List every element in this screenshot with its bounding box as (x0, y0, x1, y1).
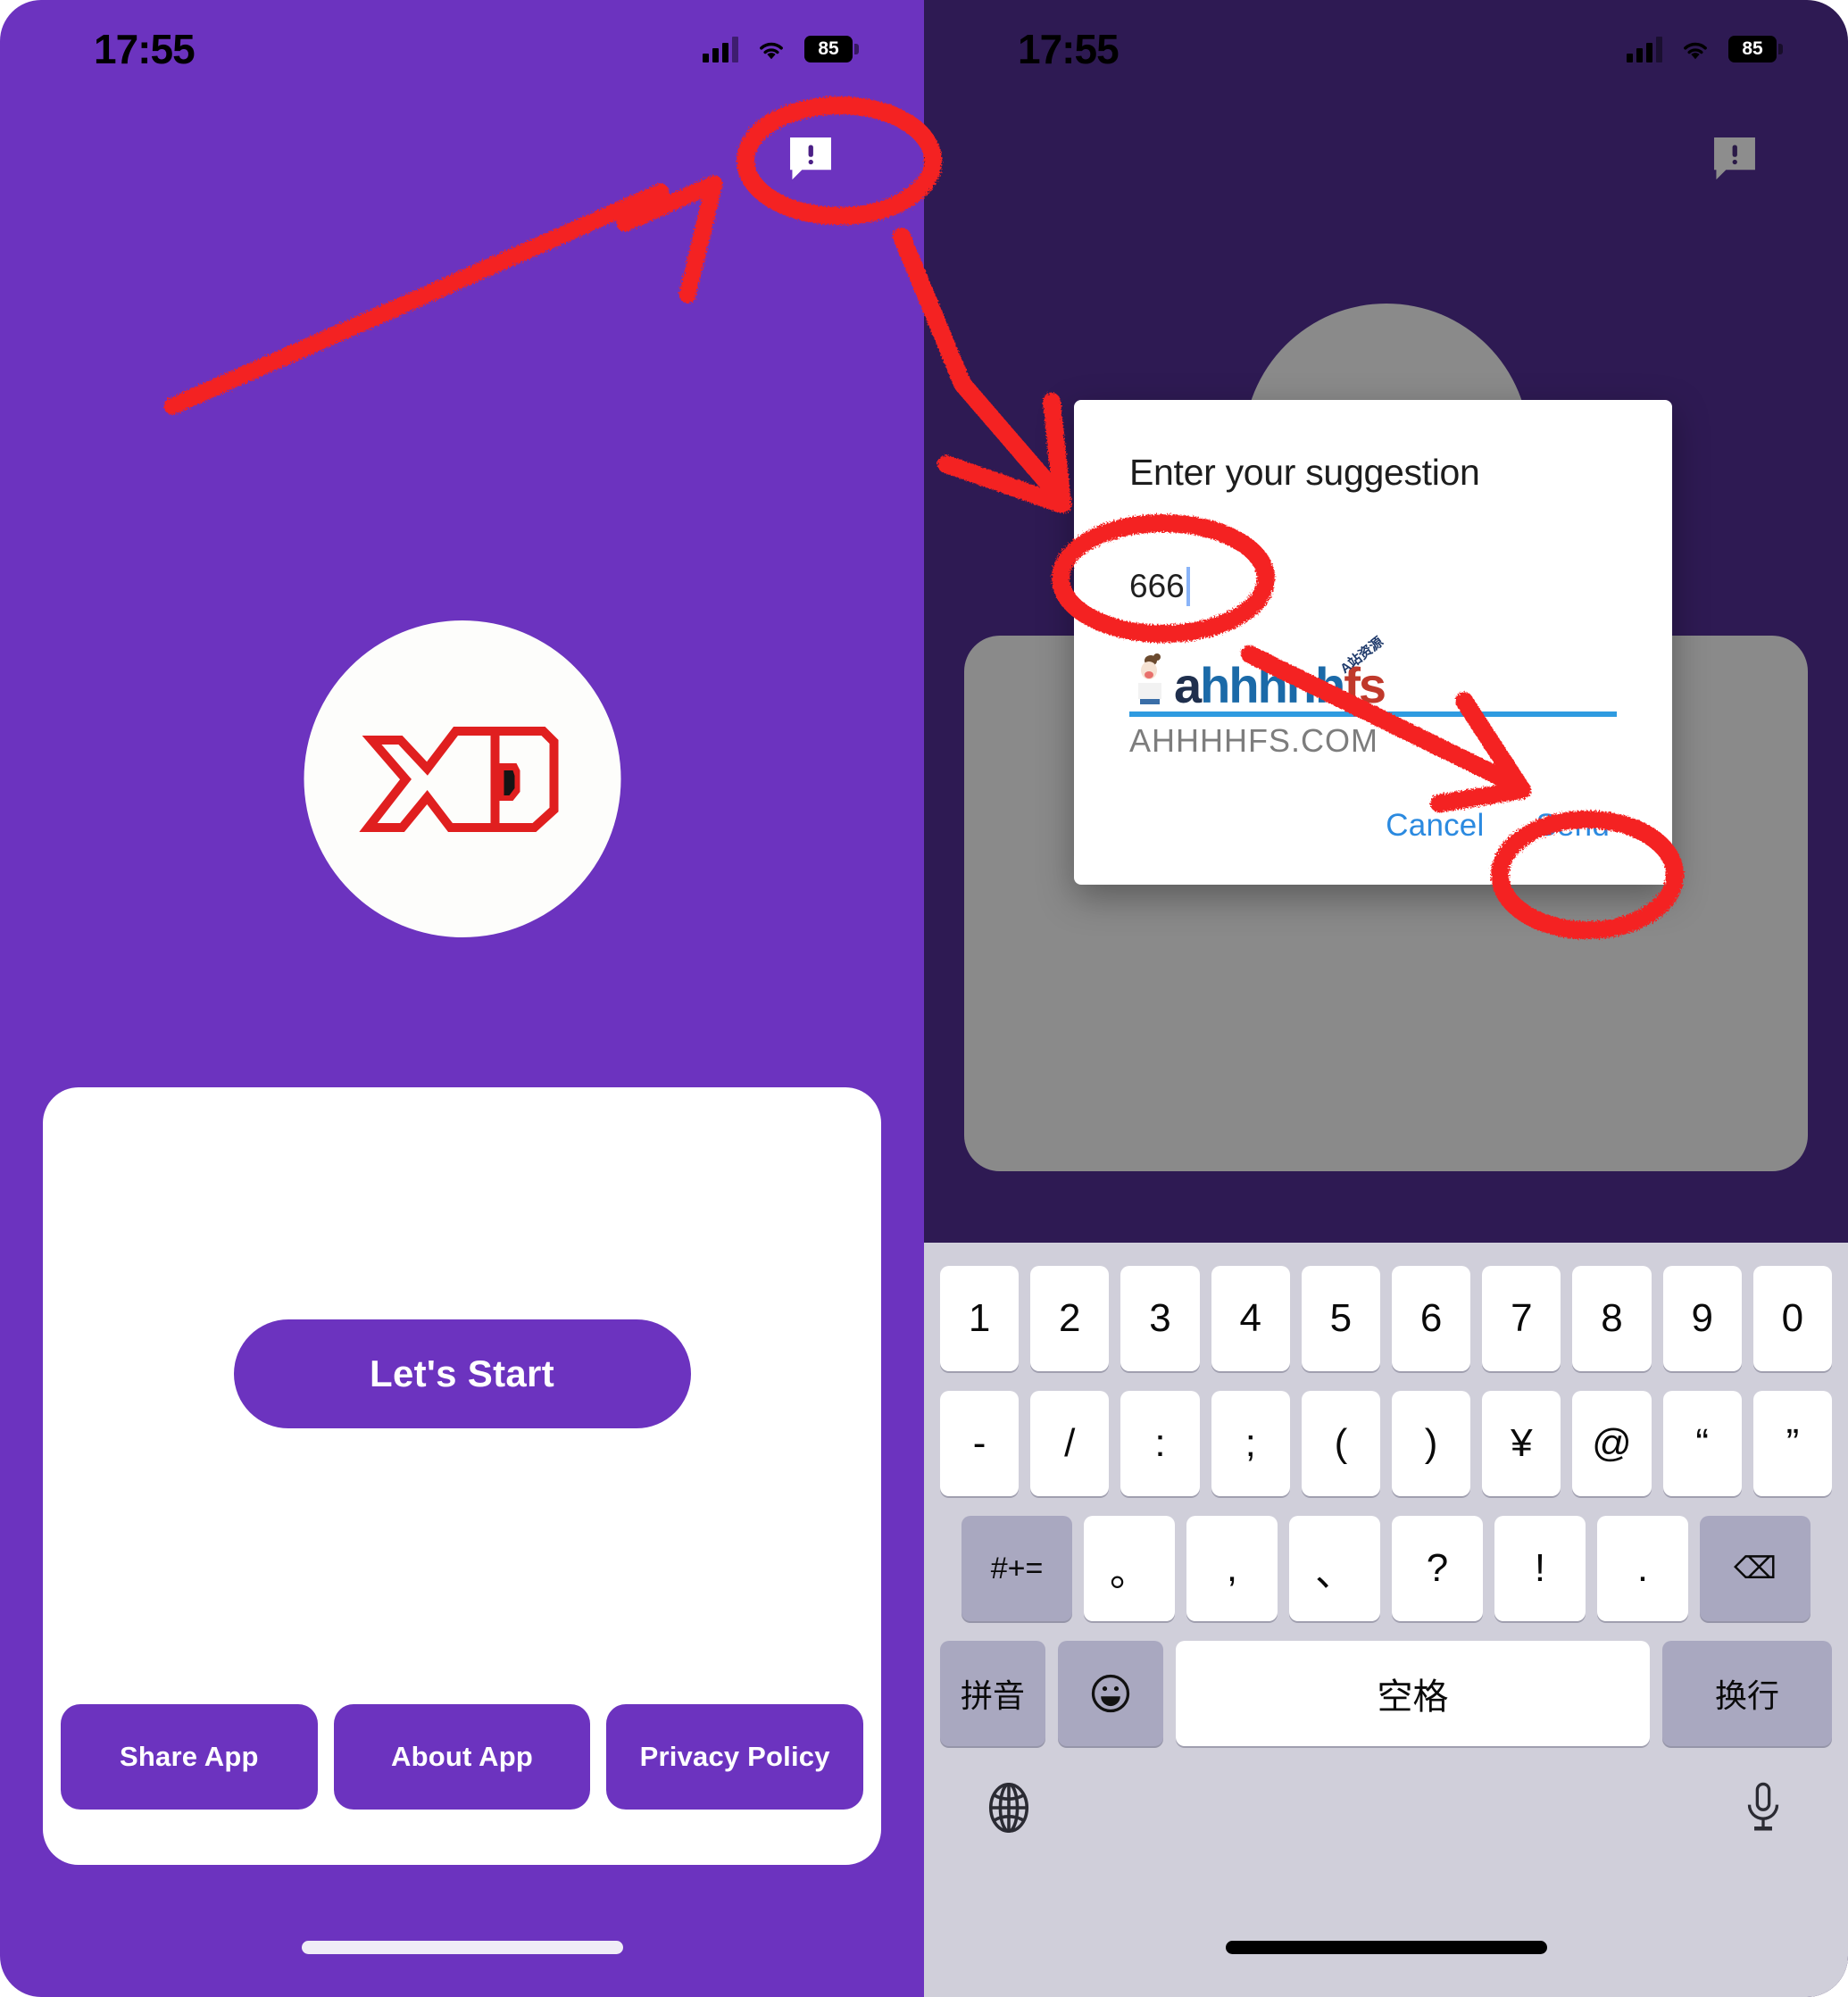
keyboard-row-numbers: 1234567890 (933, 1266, 1839, 1371)
status-bar-right: 17:55 85 (924, 0, 1848, 98)
key-5[interactable]: 5 (1301, 1266, 1380, 1371)
wm-part2: hhhhh (1200, 656, 1345, 713)
suggestion-dialog: Enter your suggestion 666 ahhhhhfs A站资源 … (1074, 400, 1672, 885)
dialog-send-button[interactable]: Send (1536, 808, 1610, 844)
key-punct-5[interactable]: ! (1494, 1516, 1586, 1621)
suggestion-input-value: 666 (1129, 568, 1185, 604)
key-space[interactable]: 空格 (1176, 1641, 1650, 1746)
key-punct-4[interactable]: ? (1392, 1516, 1483, 1621)
dual-phone-screenshot: 17:55 85 Let's Start Share App About App… (0, 0, 1848, 1997)
keyboard-row-punctuation: #+=。,、?!. ⌫ (933, 1516, 1839, 1621)
share-app-button[interactable]: Share App (61, 1704, 318, 1810)
globe-icon[interactable] (983, 1780, 1035, 1835)
text-caret (1186, 567, 1190, 606)
key-punct-6[interactable]: . (1597, 1516, 1688, 1621)
cellular-bars-icon (1627, 36, 1662, 62)
battery-level: 85 (1742, 38, 1763, 59)
key-3[interactable]: 3 (1120, 1266, 1200, 1371)
key-symbol-5[interactable]: ) (1392, 1391, 1471, 1496)
keyboard-row-symbols: - /:;() ¥ @ “” (933, 1391, 1839, 1496)
app-logo-circle (304, 620, 620, 937)
key-punct-1[interactable]: 。 (1084, 1516, 1175, 1621)
feedback-bubble-icon[interactable] (1709, 132, 1761, 184)
key-4[interactable]: 4 (1211, 1266, 1290, 1371)
status-indicators: 85 (703, 36, 859, 62)
suggestion-input[interactable]: 666 (1129, 560, 1617, 613)
key-symbol-0[interactable]: - (939, 1391, 1020, 1496)
backspace-icon[interactable]: ⌫ (1700, 1516, 1811, 1621)
dialog-cancel-button[interactable]: Cancel (1386, 808, 1484, 844)
wm-part1: a (1174, 656, 1202, 713)
key-symbol-8[interactable]: “ (1662, 1391, 1742, 1496)
keyboard-row-bottom: 拼音 空格 换行 (933, 1641, 1839, 1746)
emoji-icon[interactable] (1058, 1641, 1163, 1746)
keyboard-bottom-bar (933, 1766, 1839, 1997)
microphone-icon[interactable] (1737, 1780, 1789, 1835)
about-app-button[interactable]: About App (333, 1704, 591, 1810)
key-symbol-7[interactable]: @ (1572, 1391, 1652, 1496)
onscreen-keyboard: 1234567890 - /:;() ¥ @ “” #+=。,、?!. ⌫ 拼音 空格 换… (924, 1243, 1848, 1997)
key-pinyin[interactable]: 拼音 (940, 1641, 1045, 1746)
key-6[interactable]: 6 (1392, 1266, 1471, 1371)
lets-start-button[interactable]: Let's Start (233, 1319, 691, 1428)
battery-level: 85 (818, 38, 839, 59)
key-symbol-6[interactable]: ¥ (1482, 1391, 1561, 1496)
battery-icon: 85 (1728, 36, 1783, 62)
key-2[interactable]: 2 (1030, 1266, 1110, 1371)
wifi-icon (1684, 42, 1707, 60)
dialog-title: Enter your suggestion (1129, 452, 1480, 493)
status-bar-left: 17:55 85 (0, 0, 924, 98)
battery-icon: 85 (804, 36, 859, 62)
key-symbols-toggle[interactable]: #+= (961, 1516, 1072, 1621)
card-bottom-buttons: Share App About App Privacy Policy (61, 1704, 864, 1810)
key-symbol-4[interactable]: ( (1301, 1391, 1380, 1496)
status-indicators: 85 (1627, 36, 1783, 62)
key-symbol-3[interactable]: ; (1211, 1391, 1290, 1496)
key-punct-3[interactable]: 、 (1289, 1516, 1380, 1621)
key-9[interactable]: 9 (1662, 1266, 1742, 1371)
key-return[interactable]: 换行 (1662, 1641, 1832, 1746)
home-indicator-left (301, 1941, 623, 1954)
key-punct-2[interactable]: , (1186, 1516, 1278, 1621)
phone-right-screen: 17:55 85 Enter your suggestion 666 ahhhh… (924, 0, 1848, 1997)
main-card: Let's Start Share App About App Privacy … (43, 1087, 881, 1865)
privacy-policy-button[interactable]: Privacy Policy (606, 1704, 864, 1810)
key-symbol-1[interactable]: / (1030, 1391, 1110, 1496)
key-symbol-9[interactable]: ” (1752, 1391, 1833, 1496)
key-0[interactable]: 0 (1752, 1266, 1833, 1371)
key-symbol-2[interactable]: : (1120, 1391, 1200, 1496)
watermark-logo: ahhhhhfs (1129, 653, 1617, 710)
watermark-domain: AHHHHFS.COM (1129, 722, 1378, 759)
watermark: ahhhhhfs A站资源 AHHHHFS.COM (1129, 634, 1617, 767)
cellular-bars-icon (703, 36, 738, 62)
dialog-actions: Cancel Send (1129, 767, 1617, 885)
xo-logo-icon (359, 726, 559, 832)
wifi-icon (760, 42, 783, 60)
phone-left-screen: 17:55 85 Let's Start Share App About App… (0, 0, 924, 1997)
key-7[interactable]: 7 (1482, 1266, 1561, 1371)
key-1[interactable]: 1 (939, 1266, 1020, 1371)
watermark-girl-icon (1138, 653, 1161, 704)
home-indicator-right (1225, 1941, 1547, 1954)
feedback-bubble-icon[interactable] (785, 132, 837, 184)
key-8[interactable]: 8 (1572, 1266, 1652, 1371)
status-clock: 17:55 (94, 26, 196, 72)
status-clock: 17:55 (1018, 26, 1120, 72)
